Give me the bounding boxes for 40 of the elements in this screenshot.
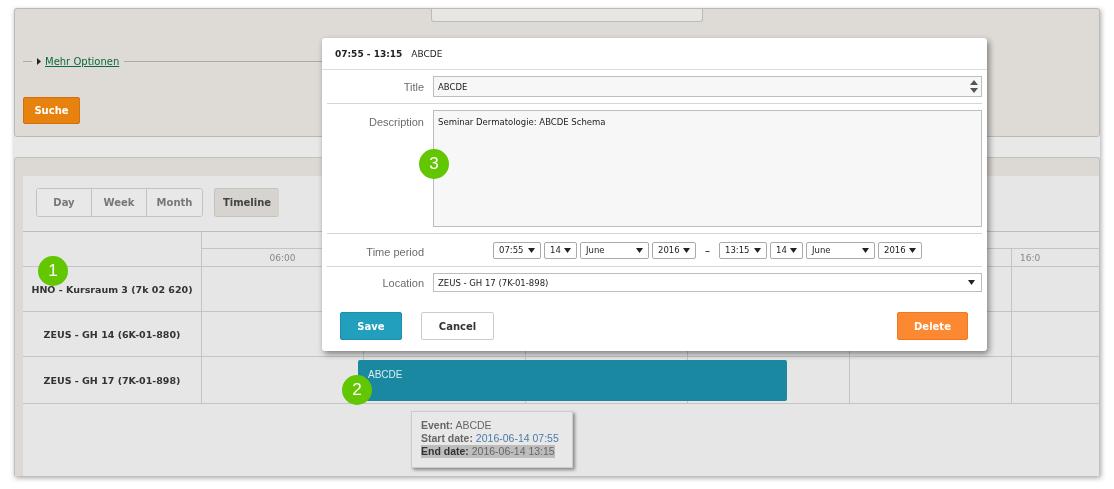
dropdown[interactable]: 2016 [878,241,922,259]
location-dropdown[interactable]: ZEUS - GH 17 (7K-01-898) [433,273,982,292]
tooltip-line: Event: ABCDE [421,419,492,432]
field-label: Time period [365,245,424,258]
caret-icon [862,247,869,253]
dropdown[interactable]: 07:55 [493,241,541,259]
event-title: ABCDE [411,48,443,59]
caret-icon [968,280,975,285]
caret-icon [790,247,797,253]
field-value: ABCDE [438,81,468,92]
caret-icon [636,247,643,253]
field-label: Location [381,276,424,289]
event-time-range: 07:55 - 13:15 [335,48,403,59]
more-options-link[interactable]: Mehr Optionen [45,55,120,67]
dropdown[interactable]: 14 [770,241,803,259]
dropdown[interactable]: 2016 [652,241,696,259]
caret-icon [528,247,535,253]
field-label: Title [402,80,424,93]
time-header: 16:0 [1012,249,1099,267]
spinner-icon[interactable] [970,80,978,93]
cancel-button[interactable]: Cancel [421,312,494,340]
range-separator: – [705,244,710,256]
dropdown[interactable]: June [580,241,649,259]
text-field[interactable] [431,9,703,22]
dropdown[interactable]: 14 [544,241,577,259]
room-name: ZEUS - GH 14 (6K-01-880) [23,312,202,357]
caret-icon [909,247,916,253]
caret-icon [683,247,690,253]
field-value: Seminar Dermatologie: ABCDE Schema [438,117,606,127]
caret-icon [754,247,761,253]
tooltip-line: Start date: 2016-06-14 07:55 [421,432,559,445]
view-tab[interactable]: Day [37,189,92,216]
title-field[interactable]: ABCDE [433,76,982,97]
expand-arrow-icon[interactable] [37,57,41,65]
caret-icon [564,247,571,253]
dropdown[interactable]: 13:15 [719,241,767,259]
field-label: Description [367,115,424,130]
room-name: ZEUS - GH 17 (7K-01-898) [23,357,202,404]
view-tab[interactable]: Timeline [214,188,279,217]
dropdown[interactable]: June [806,241,875,259]
